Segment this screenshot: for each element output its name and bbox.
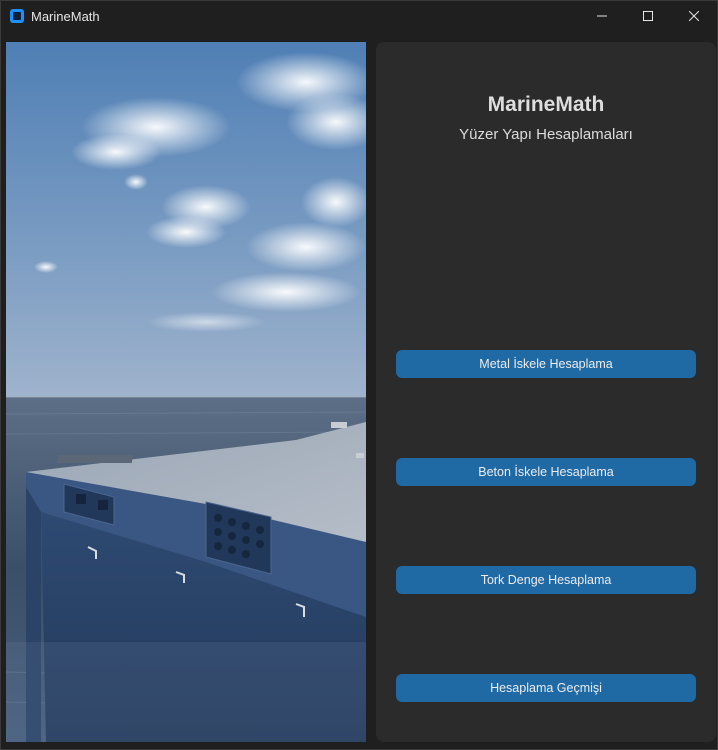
minimize-icon [597, 15, 607, 17]
window-title: MarineMath [31, 8, 100, 24]
app-title: MarineMath [487, 93, 605, 116]
window-controls [579, 1, 717, 31]
hesaplama-gecmisi-button[interactable]: Hesaplama Geçmişi [396, 674, 696, 702]
minimize-button[interactable] [579, 1, 625, 31]
maximize-button[interactable] [625, 1, 671, 31]
maximize-icon [643, 11, 653, 21]
close-icon [689, 11, 699, 21]
app-window: MarineMath MarineMath Yüzer Yapı Hesapla… [0, 0, 718, 750]
hero-image [6, 42, 366, 742]
menu-panel: MarineMath Yüzer Yapı Hesaplamaları Meta… [376, 42, 716, 742]
app-subtitle: Yüzer Yapı Hesaplamaları [459, 126, 633, 143]
beton-iskele-button[interactable]: Beton İskele Hesaplama [396, 458, 696, 486]
pontoon-illustration [6, 42, 366, 742]
metal-iskele-button[interactable]: Metal İskele Hesaplama [396, 350, 696, 378]
tork-denge-button[interactable]: Tork Denge Hesaplama [396, 566, 696, 594]
app-icon [10, 9, 24, 23]
title-bar[interactable]: MarineMath [1, 1, 717, 31]
close-button[interactable] [671, 1, 717, 31]
